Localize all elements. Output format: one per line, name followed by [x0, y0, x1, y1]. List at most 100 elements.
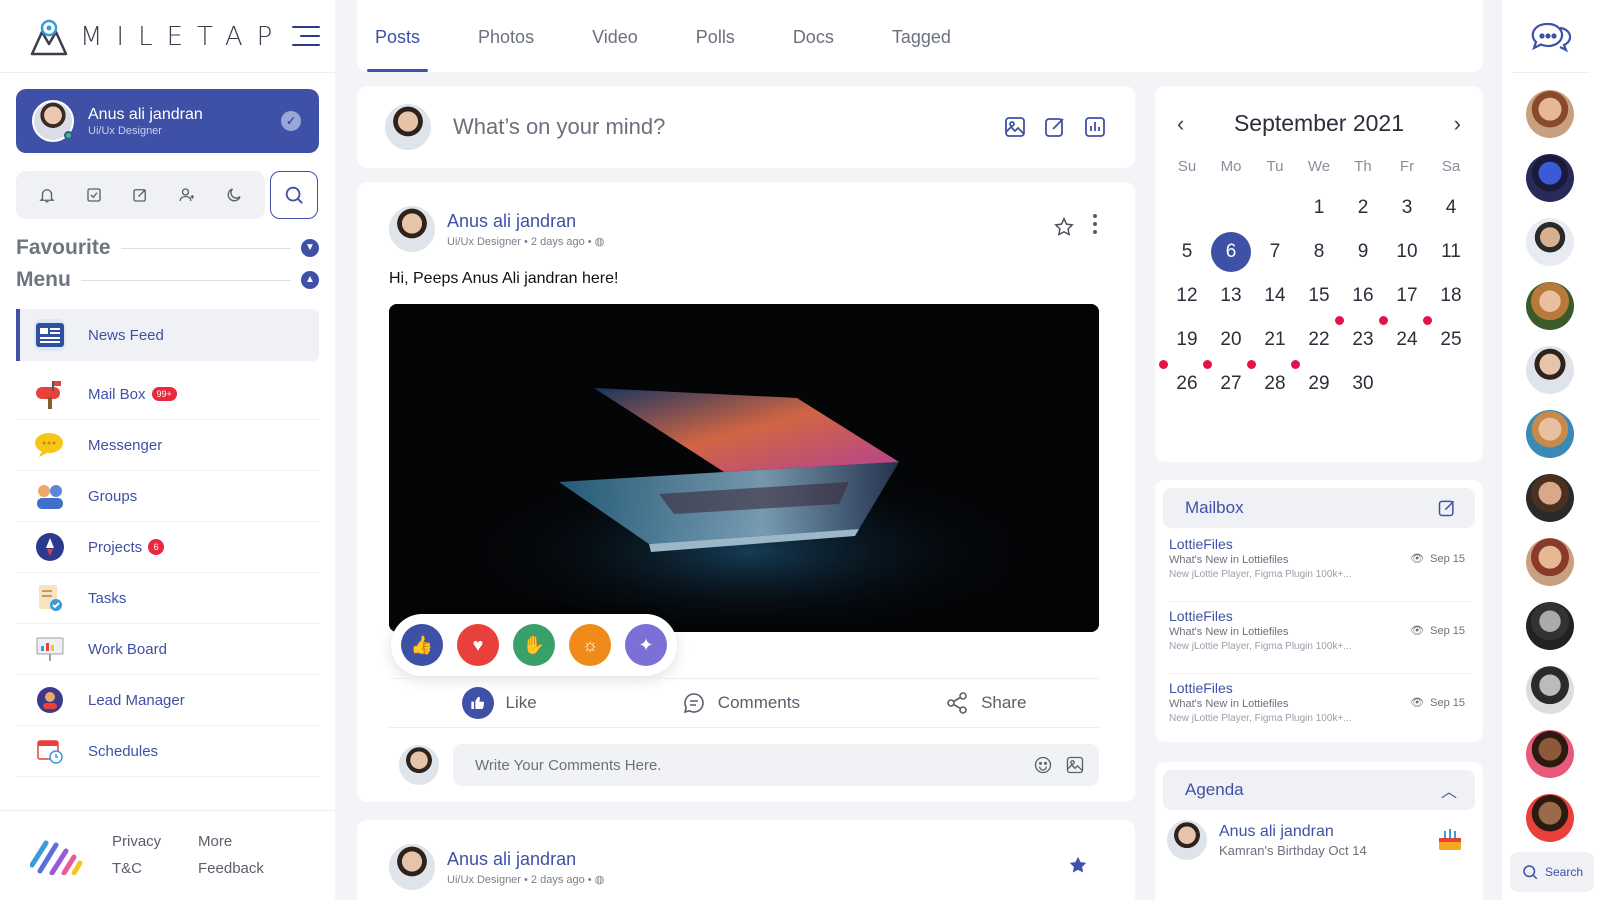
checkbox-icon[interactable] [84, 185, 104, 205]
calendar-day[interactable]: 23 [1335, 316, 1385, 362]
sidebar-item-messenger[interactable]: Messenger [16, 420, 319, 471]
chevron-right-icon[interactable]: › [1454, 111, 1461, 137]
calendar-day[interactable]: 19 [1165, 318, 1209, 362]
menu-section-header[interactable]: Menu ▲ [16, 268, 319, 292]
contact-avatar[interactable] [1526, 794, 1574, 842]
calendar-day[interactable]: 8 [1297, 230, 1341, 274]
sidebar-item-work-board[interactable]: Work Board [16, 624, 319, 675]
add-user-icon[interactable] [177, 185, 197, 205]
post-image[interactable] [389, 304, 1099, 632]
more-link[interactable]: More [198, 833, 278, 850]
calendar-day[interactable]: 25 [1423, 316, 1473, 362]
calendar-day[interactable]: 12 [1165, 274, 1209, 318]
comments-button[interactable]: Comments [682, 691, 800, 715]
like-button[interactable]: Like [461, 687, 537, 719]
heart-reaction-icon[interactable]: ♥ [457, 624, 499, 666]
calendar-day[interactable]: 6 [1209, 230, 1253, 274]
edit-icon[interactable] [130, 185, 150, 205]
favourite-section-header[interactable]: Favourite ▼ [16, 236, 319, 260]
emoji-icon[interactable] [1033, 755, 1053, 775]
avatar[interactable] [389, 844, 435, 890]
sidebar-item-schedules[interactable]: Schedules [16, 726, 319, 777]
contact-avatar[interactable] [1526, 474, 1574, 522]
image-icon[interactable] [1065, 755, 1085, 775]
calendar-day[interactable]: 5 [1165, 230, 1209, 274]
contact-avatar[interactable] [1526, 282, 1574, 330]
thumbs-up-reaction-icon[interactable]: 👍 [401, 624, 443, 666]
calendar-day[interactable]: 10 [1385, 230, 1429, 274]
tab-video[interactable]: Video [584, 27, 646, 72]
sidebar-item-lead-manager[interactable]: Lead Manager [16, 675, 319, 726]
calendar-day[interactable]: 13 [1209, 274, 1253, 318]
calendar-day[interactable]: 11 [1429, 230, 1473, 274]
star-filled-icon[interactable] [1067, 854, 1089, 876]
agenda-item[interactable]: Anus ali jandran Kamran's Birthday Oct 1… [1167, 820, 1471, 860]
calendar-day[interactable]: 20 [1209, 318, 1253, 362]
calendar-day[interactable]: 29 [1291, 360, 1341, 406]
agenda-header[interactable]: Agenda ︿ [1163, 770, 1475, 810]
poll-icon[interactable] [1083, 115, 1107, 139]
tab-polls[interactable]: Polls [688, 27, 743, 72]
sidebar-item-projects[interactable]: Projects 6 [16, 522, 319, 573]
calendar-day[interactable]: 15 [1297, 274, 1341, 318]
calendar-day[interactable]: 27 [1203, 360, 1253, 406]
calendar-day[interactable]: 9 [1341, 230, 1385, 274]
tab-photos[interactable]: Photos [470, 27, 542, 72]
chevron-up-icon[interactable]: ︿ [1441, 778, 1457, 802]
contact-avatar[interactable] [1526, 730, 1574, 778]
terms-link[interactable]: T&C [112, 860, 198, 877]
profile-card[interactable]: Anus ali jandran Ui/Ux Designer ✓ [16, 89, 319, 153]
calendar-day[interactable]: 24 [1379, 316, 1429, 362]
privacy-link[interactable]: Privacy [112, 833, 198, 850]
sidebar-item-news-feed[interactable]: News Feed [16, 309, 319, 361]
clap-reaction-icon[interactable]: ✋ [513, 624, 555, 666]
compose-icon[interactable] [1437, 498, 1457, 518]
contact-avatar[interactable] [1526, 410, 1574, 458]
contact-avatar[interactable] [1526, 666, 1574, 714]
celebrate-reaction-icon[interactable]: ✦ [625, 624, 667, 666]
calendar-day[interactable]: 7 [1253, 230, 1297, 274]
tab-docs[interactable]: Docs [785, 27, 842, 72]
calendar-day[interactable]: 17 [1385, 274, 1429, 318]
more-options-icon[interactable] [1093, 214, 1097, 234]
calendar-day[interactable]: 26 [1159, 360, 1209, 406]
sidebar-item-groups[interactable]: Groups [16, 471, 319, 522]
tab-tagged[interactable]: Tagged [884, 27, 959, 72]
chevron-left-icon[interactable]: ‹ [1177, 111, 1184, 137]
contact-avatar[interactable] [1526, 154, 1574, 202]
contact-avatar[interactable] [1526, 90, 1574, 138]
mail-item[interactable]: LottieFiles What's New in Lottiefiles Ne… [1169, 536, 1471, 602]
calendar-day[interactable]: 3 [1385, 186, 1429, 230]
calendar-day[interactable]: 4 [1429, 186, 1473, 230]
sidebar-item-mail-box[interactable]: Mail Box 99+ [16, 369, 319, 420]
calendar-day[interactable]: 16 [1341, 274, 1385, 318]
calendar-day[interactable]: 22 [1297, 318, 1341, 362]
avatar[interactable] [389, 206, 435, 252]
contact-avatar[interactable] [1526, 218, 1574, 266]
profile-check-icon[interactable]: ✓ [281, 111, 301, 131]
mail-item[interactable]: LottieFiles What's New in Lottiefiles Ne… [1169, 680, 1471, 746]
comment-input[interactable]: Write Your Comments Here. [453, 744, 1099, 786]
bulb-reaction-icon[interactable]: ☼ [569, 624, 611, 666]
calendar-day[interactable]: 21 [1253, 318, 1297, 362]
calendar-day[interactable]: 28 [1247, 360, 1297, 406]
search-button[interactable] [270, 171, 318, 219]
post-author-name[interactable]: Anus ali jandran [447, 211, 604, 232]
contact-avatar[interactable] [1526, 602, 1574, 650]
image-icon[interactable] [1003, 115, 1027, 139]
contacts-search-button[interactable]: Search [1510, 852, 1594, 892]
chat-bubbles-icon[interactable] [1530, 20, 1572, 56]
moon-icon[interactable] [224, 185, 244, 205]
star-icon[interactable] [1053, 216, 1075, 238]
contact-avatar[interactable] [1526, 346, 1574, 394]
sidebar-item-tasks[interactable]: Tasks [16, 573, 319, 624]
calendar-day[interactable]: 14 [1253, 274, 1297, 318]
calendar-day[interactable]: 2 [1341, 186, 1385, 230]
contact-avatar[interactable] [1526, 538, 1574, 586]
hamburger-menu-icon[interactable] [292, 26, 320, 53]
post-author-name[interactable]: Anus ali jandran [447, 849, 604, 870]
chevron-up-icon[interactable]: ▲ [301, 271, 319, 289]
mail-item[interactable]: LottieFiles What's New in Lottiefiles Ne… [1169, 608, 1471, 674]
tab-posts[interactable]: Posts [367, 27, 429, 72]
share-button[interactable]: Share [945, 691, 1026, 715]
